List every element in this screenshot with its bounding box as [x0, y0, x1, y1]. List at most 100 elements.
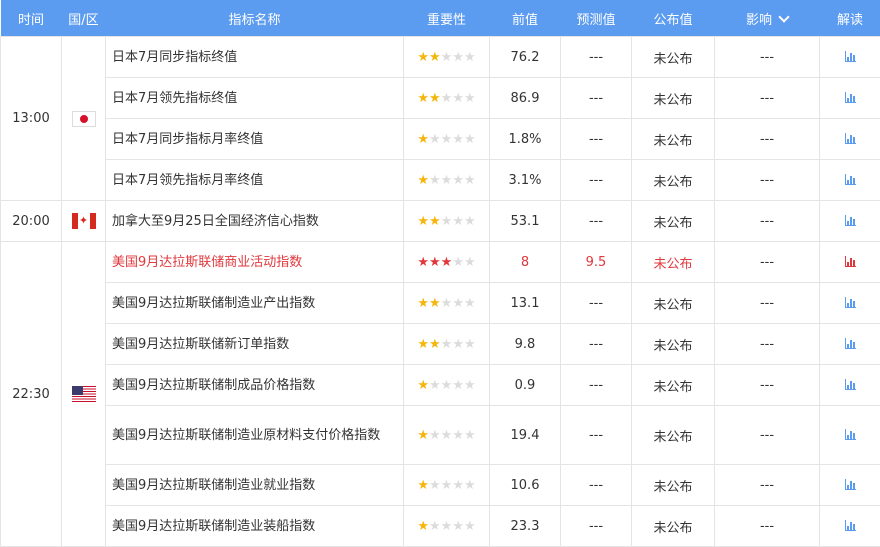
analysis-cell[interactable] — [819, 200, 880, 242]
table-row[interactable]: 日本7月领先指标月率终值 ★★★★★ 3.1% --- 未公布 --- — [1, 159, 880, 201]
impact-value: --- — [714, 464, 820, 506]
analysis-cell[interactable] — [819, 464, 880, 506]
table-row[interactable]: 美国9月达拉斯联储制成品价格指数 ★★★★★ 0.9 --- 未公布 --- — [1, 364, 880, 406]
star-empty-icon: ★ — [463, 377, 476, 393]
star-filled-icon: ★ — [417, 518, 430, 534]
analysis-cell[interactable] — [819, 364, 880, 406]
bar-chart-icon[interactable] — [844, 378, 856, 390]
star-empty-icon: ★ — [452, 172, 464, 188]
star-empty-icon: ★ — [463, 49, 476, 65]
star-empty-icon: ★ — [463, 213, 476, 229]
star-empty-icon: ★ — [452, 213, 464, 229]
importance-stars: ★★★★★ — [403, 405, 490, 465]
table-row[interactable]: 22:30 美国9月达拉斯联储商业活动指数 ★★★★★ 8 9.5 未公布 --- — [0, 241, 880, 547]
analysis-cell[interactable] — [819, 505, 880, 547]
indicator-name[interactable]: 美国9月达拉斯联储制造业原材料支付价格指数 — [105, 405, 404, 465]
star-filled-icon: ★ — [440, 254, 453, 270]
header-name: 指标名称 — [105, 0, 404, 37]
star-empty-icon: ★ — [440, 49, 453, 65]
bar-chart-icon[interactable] — [844, 478, 856, 490]
star-filled-icon: ★ — [417, 90, 430, 106]
importance-stars: ★★★★★ — [403, 159, 490, 201]
analysis-cell[interactable] — [819, 405, 880, 465]
star-empty-icon: ★ — [440, 213, 453, 229]
star-empty-icon: ★ — [429, 518, 441, 534]
star-filled-icon: ★ — [417, 427, 430, 443]
previous-value: 1.8% — [489, 118, 561, 160]
indicator-name[interactable]: 日本7月领先指标月率终值 — [105, 159, 404, 201]
impact-value: --- — [714, 159, 820, 201]
table-row[interactable]: 美国9月达拉斯联储制造业原材料支付价格指数 ★★★★★ 19.4 --- 未公布 --- — [1, 405, 880, 465]
time-cell: 13:00 — [0, 36, 62, 201]
bar-chart-icon[interactable] — [844, 132, 856, 144]
analysis-cell[interactable] — [819, 77, 880, 119]
indicator-name[interactable]: 加拿大至9月25日全国经济信心指数 — [105, 200, 404, 242]
bar-chart-icon[interactable] — [844, 50, 856, 62]
forecast-value: --- — [560, 282, 632, 324]
actual-value: 未公布 — [631, 241, 715, 283]
usa-flag-icon — [71, 386, 96, 402]
star-empty-icon: ★ — [452, 427, 464, 443]
actual-value: 未公布 — [631, 323, 715, 365]
analysis-cell[interactable] — [819, 241, 880, 283]
analysis-cell[interactable] — [819, 323, 880, 365]
bar-chart-icon[interactable] — [844, 214, 856, 226]
bar-chart-icon[interactable] — [844, 519, 856, 531]
bar-chart-icon[interactable] — [844, 296, 856, 308]
indicator-name[interactable]: 美国9月达拉斯联储制成品价格指数 — [105, 364, 404, 406]
forecast-value: 9.5 — [560, 241, 632, 283]
table-row[interactable]: 美国9月达拉斯联储制造业产出指数 ★★★★★ 13.1 --- 未公布 --- — [1, 282, 880, 324]
star-filled-icon: ★ — [429, 295, 441, 311]
bar-chart-icon[interactable] — [844, 173, 856, 185]
indicator-name[interactable]: 美国9月达拉斯联储新订单指数 — [105, 323, 404, 365]
header-impact-dropdown[interactable]: 影响 — [714, 0, 820, 37]
table-row[interactable]: 日本7月同步指标月率终值 ★★★★★ 1.8% --- 未公布 --- — [1, 118, 880, 160]
previous-value: 0.9 — [489, 364, 561, 406]
star-empty-icon: ★ — [452, 477, 464, 493]
star-filled-icon: ★ — [417, 377, 430, 393]
previous-value: 76.2 — [489, 36, 561, 78]
impact-value: --- — [714, 77, 820, 119]
country-cell — [61, 36, 106, 201]
star-empty-icon: ★ — [452, 90, 464, 106]
bar-chart-icon[interactable] — [844, 91, 856, 103]
bar-chart-icon[interactable] — [844, 337, 856, 349]
japan-flag-icon — [71, 110, 96, 127]
header-analysis: 解读 — [819, 0, 880, 37]
star-empty-icon: ★ — [440, 131, 453, 147]
indicator-name[interactable]: 美国9月达拉斯联储商业活动指数 — [105, 241, 404, 283]
star-empty-icon: ★ — [463, 90, 476, 106]
table-row[interactable]: 美国9月达拉斯联储制造业就业指数 ★★★★★ 10.6 --- 未公布 --- — [1, 464, 880, 506]
bar-chart-icon[interactable] — [844, 428, 856, 440]
indicator-name[interactable]: 日本7月同步指标月率终值 — [105, 118, 404, 160]
forecast-value: --- — [560, 323, 632, 365]
star-empty-icon: ★ — [429, 477, 441, 493]
table-row[interactable]: 美国9月达拉斯联储新订单指数 ★★★★★ 9.8 --- 未公布 --- — [1, 323, 880, 365]
bar-chart-icon[interactable] — [844, 255, 856, 267]
indicator-name[interactable]: 日本7月同步指标终值 — [105, 36, 404, 78]
table-row[interactable]: 日本7月领先指标终值 ★★★★★ 86.9 --- 未公布 --- — [1, 77, 880, 119]
star-filled-icon: ★ — [417, 131, 430, 147]
analysis-cell[interactable] — [819, 282, 880, 324]
indicator-name[interactable]: 日本7月领先指标终值 — [105, 77, 404, 119]
star-filled-icon: ★ — [417, 477, 430, 493]
star-empty-icon: ★ — [440, 377, 453, 393]
forecast-value: --- — [560, 77, 632, 119]
table-row[interactable]: 美国9月达拉斯联储制造业装船指数 ★★★★★ 23.3 --- 未公布 --- — [1, 505, 880, 547]
analysis-cell[interactable] — [819, 36, 880, 78]
table-row[interactable]: 13:00 日本7月同步指标终值 ★★★★★ 76.2 --- 未公布 --- — [0, 36, 880, 201]
indicator-name[interactable]: 美国9月达拉斯联储制造业装船指数 — [105, 505, 404, 547]
table-row[interactable]: 20:00加拿大至9月25日全国经济信心指数★★★★★53.1---未公布--- — [0, 200, 880, 242]
indicator-name[interactable]: 美国9月达拉斯联储制造业产出指数 — [105, 282, 404, 324]
analysis-cell[interactable] — [819, 118, 880, 160]
star-empty-icon: ★ — [440, 172, 453, 188]
importance-stars: ★★★★★ — [403, 323, 490, 365]
analysis-cell[interactable] — [819, 159, 880, 201]
actual-value: 未公布 — [631, 36, 715, 78]
impact-value: --- — [714, 241, 820, 283]
indicator-name[interactable]: 美国9月达拉斯联储制造业就业指数 — [105, 464, 404, 506]
impact-value: --- — [714, 364, 820, 406]
star-empty-icon: ★ — [452, 377, 464, 393]
header-actual: 公布值 — [631, 0, 715, 37]
importance-stars: ★★★★★ — [403, 505, 490, 547]
